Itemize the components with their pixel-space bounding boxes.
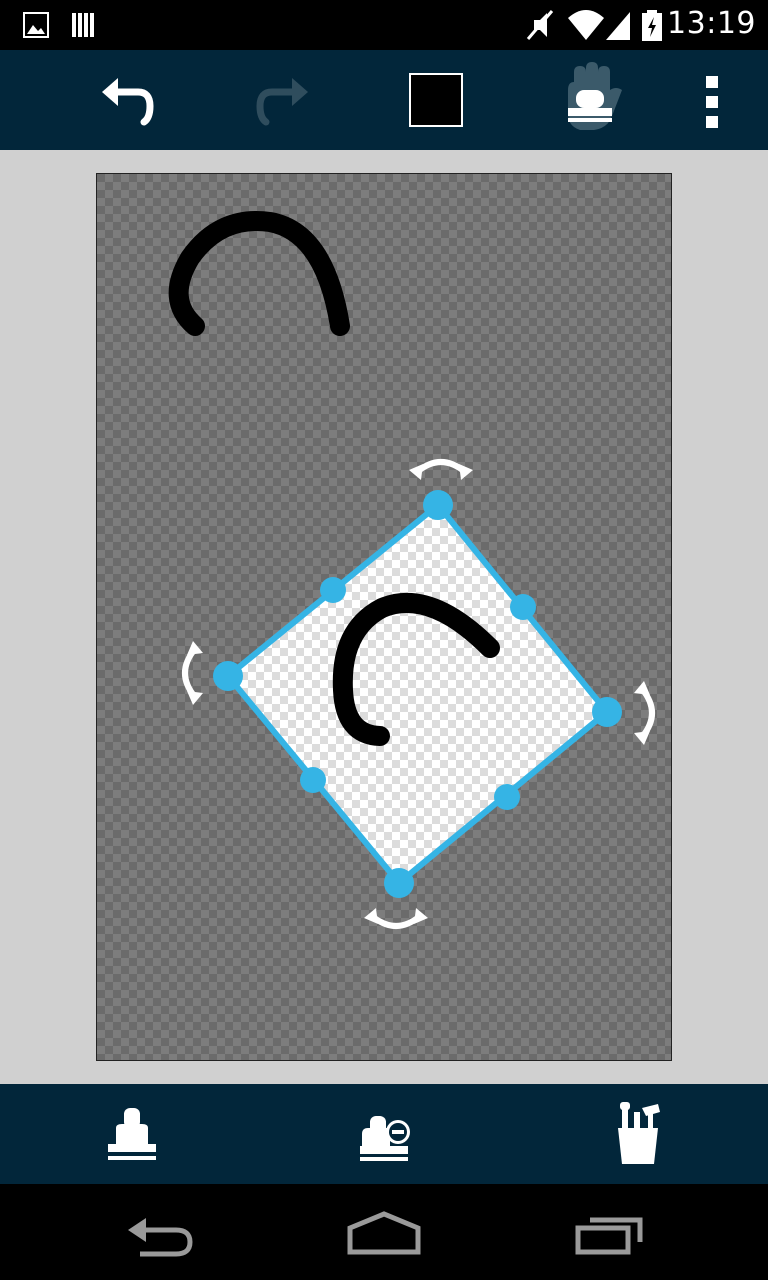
selection-edge-handle[interactable] — [320, 577, 346, 603]
home-icon — [347, 1211, 421, 1255]
selection-edge-handle[interactable] — [494, 784, 520, 810]
recent-apps-button[interactable] — [558, 1202, 658, 1262]
status-bar: 13:19 — [0, 0, 768, 50]
back-button[interactable] — [110, 1202, 210, 1262]
top-toolbar — [0, 50, 768, 150]
stamp-remove-icon — [360, 1116, 410, 1161]
redo-button[interactable] — [242, 60, 322, 140]
mute-icon — [524, 8, 556, 42]
overflow-menu-icon — [706, 76, 718, 128]
overflow-menu-button[interactable] — [672, 60, 752, 140]
stamp-hand-button[interactable] — [550, 60, 630, 140]
image-notification-icon — [22, 8, 50, 42]
home-button[interactable] — [334, 1202, 434, 1262]
color-swatch-button[interactable] — [409, 73, 463, 127]
stamp-icon — [108, 1108, 156, 1160]
system-nav-bar — [0, 1184, 768, 1280]
undo-icon — [102, 78, 154, 126]
brushes-icon — [618, 1102, 660, 1164]
stamp-button[interactable] — [92, 1094, 172, 1174]
stamp-hand-icon — [568, 62, 622, 130]
undo-button[interactable] — [88, 60, 168, 140]
back-icon — [128, 1218, 193, 1257]
bottom-toolbar — [0, 1084, 768, 1184]
selection-edge-handle[interactable] — [300, 767, 326, 793]
selection-corner-handle[interactable] — [592, 697, 622, 727]
selection-edge-handle[interactable] — [510, 594, 536, 620]
storage-notification-icon — [70, 8, 98, 42]
redo-icon — [256, 78, 308, 126]
wifi-icon — [566, 8, 606, 42]
selection-corner-handle[interactable] — [213, 661, 243, 691]
selection-corner-handle[interactable] — [384, 868, 414, 898]
recent-apps-icon — [575, 1217, 643, 1255]
selection-corner-handle[interactable] — [423, 490, 453, 520]
status-time: 13:19 — [667, 6, 756, 41]
signal-icon — [604, 8, 632, 42]
brushes-button[interactable] — [598, 1094, 678, 1174]
battery-icon — [640, 8, 664, 42]
stamp-remove-button[interactable] — [344, 1094, 424, 1174]
